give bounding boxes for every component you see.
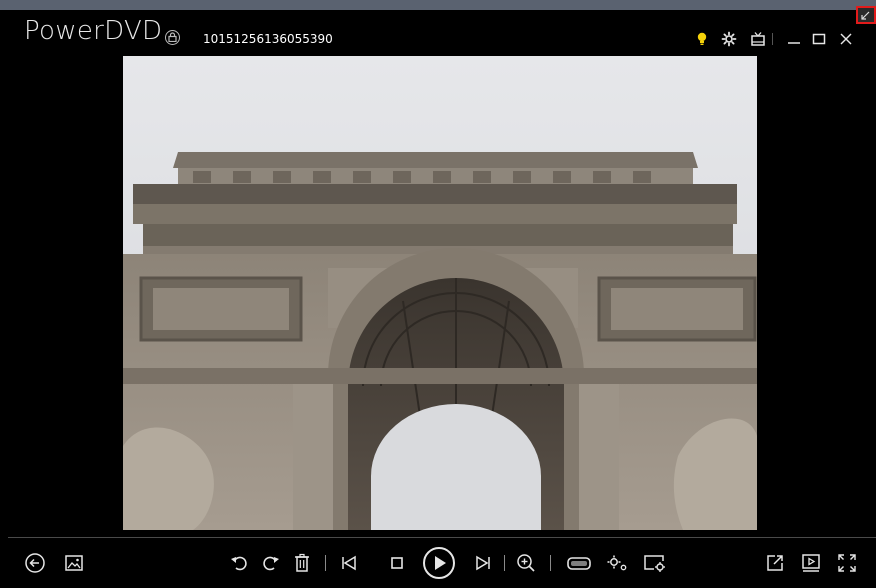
arc-de-triomphe-photo bbox=[123, 56, 757, 530]
rotate-right-icon[interactable] bbox=[260, 552, 282, 574]
file-name: 10151256136055390 bbox=[203, 32, 333, 46]
control-separator bbox=[504, 555, 505, 571]
desktop-strip bbox=[0, 0, 876, 10]
tv-mode-icon[interactable] bbox=[750, 31, 766, 47]
previous-icon[interactable] bbox=[338, 552, 360, 574]
minimize-icon[interactable] bbox=[786, 31, 802, 47]
control-separator bbox=[550, 555, 551, 571]
close-icon[interactable] bbox=[838, 31, 854, 47]
fullscreen-icon[interactable] bbox=[836, 552, 858, 574]
stop-icon[interactable] bbox=[386, 552, 408, 574]
settings-gear-icon[interactable] bbox=[721, 31, 737, 47]
external-open-icon[interactable] bbox=[764, 552, 786, 574]
vr-headset-icon[interactable] bbox=[566, 552, 592, 574]
play-icon[interactable] bbox=[422, 546, 456, 580]
control-separator bbox=[325, 555, 326, 571]
zoom-in-icon[interactable] bbox=[515, 552, 537, 574]
playback-control-bar bbox=[8, 538, 876, 588]
rotate-left-icon[interactable] bbox=[228, 552, 250, 574]
app-brand: PowerDVD bbox=[24, 16, 163, 46]
lightbulb-icon[interactable] bbox=[694, 31, 710, 47]
playlist-icon[interactable] bbox=[800, 552, 822, 574]
next-icon[interactable] bbox=[472, 552, 494, 574]
powerdvd-window: PowerDVD 10151256136055390 bbox=[8, 10, 876, 588]
delete-trash-icon[interactable] bbox=[291, 552, 313, 574]
photo-viewer[interactable] bbox=[123, 56, 757, 530]
resize-corner-icon[interactable] bbox=[856, 6, 876, 24]
title-bar[interactable]: PowerDVD 10151256136055390 bbox=[8, 10, 876, 56]
slideshow-settings-icon[interactable] bbox=[642, 552, 668, 574]
maximize-icon[interactable] bbox=[811, 31, 827, 47]
lock-icon[interactable] bbox=[165, 30, 180, 45]
photo-library-icon[interactable] bbox=[63, 552, 85, 574]
titlebar-separator bbox=[772, 33, 773, 45]
back-arrow-icon[interactable] bbox=[24, 552, 46, 574]
effects-settings-icon[interactable] bbox=[605, 552, 629, 574]
